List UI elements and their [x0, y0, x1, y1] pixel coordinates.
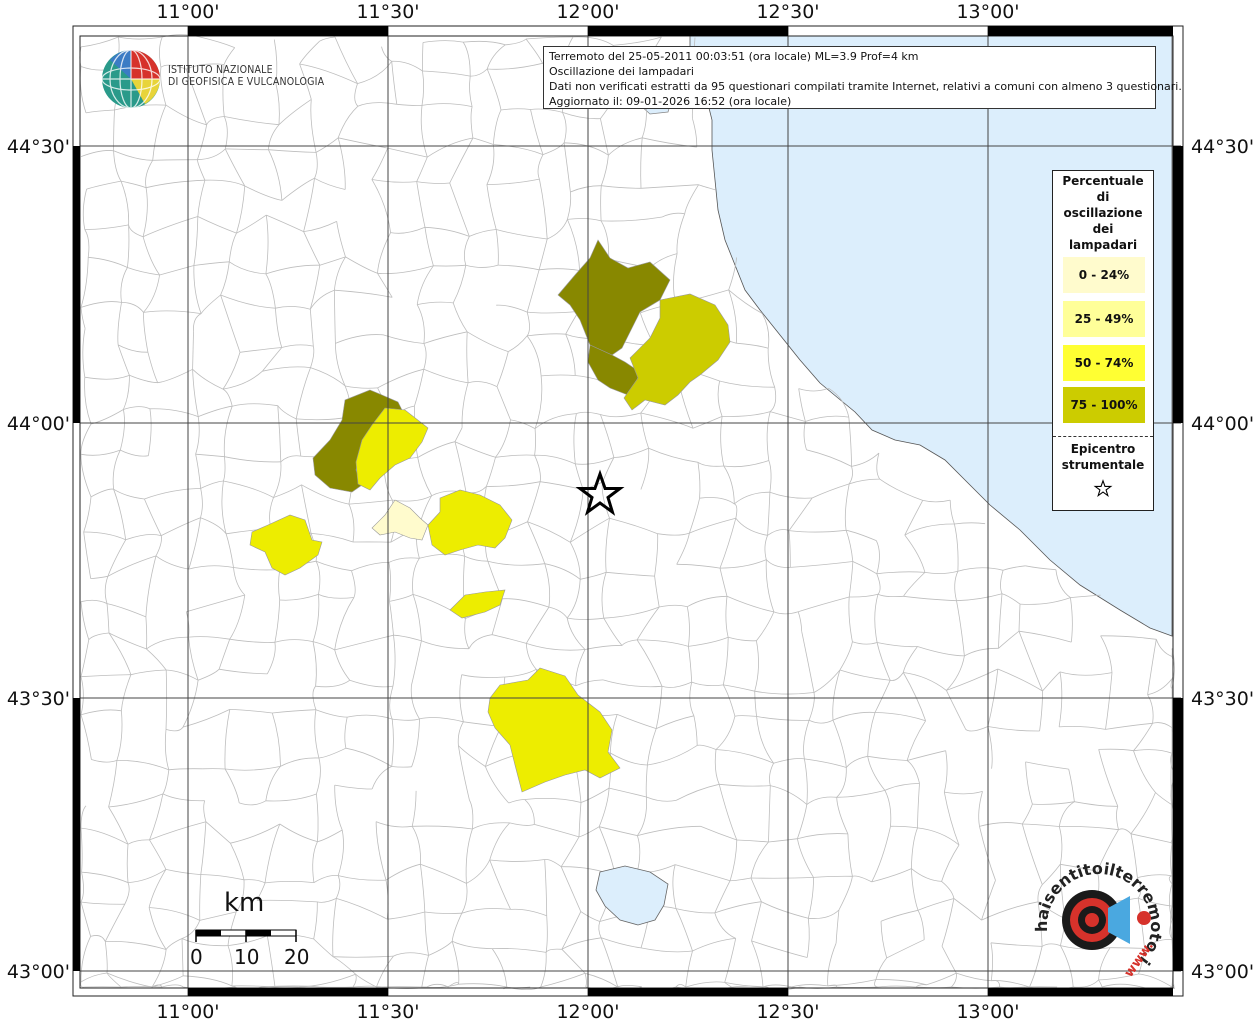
longitude-labels-bottom: 11°00' 11°30' 12°00' 12°30' 13°00': [156, 1001, 1019, 1023]
lon-label-bottom: 11°30': [356, 1001, 419, 1023]
logo-line-2: DI GEOFISICA E VULCANOLOGIA: [168, 76, 325, 88]
lat-label-left: 43°00': [7, 961, 70, 983]
lon-label-bottom: 11°00': [156, 1001, 219, 1023]
legend-title: Percentuale di oscillazione dei lampadar…: [1053, 173, 1153, 253]
legend-item-50-74: 50 - 74%: [1063, 345, 1145, 381]
lon-label-top: 11°00': [156, 1, 219, 23]
legend-title-line: lampadari: [1068, 238, 1138, 252]
event-title: Terremoto del 25-05-2011 00:03:51 (ora l…: [549, 50, 919, 63]
lat-label-right: 43°00': [1191, 961, 1254, 983]
ingv-logo-text: ISTITUTO NAZIONALE DI GEOFISICA E VULCAN…: [168, 64, 324, 88]
legend-title-line: di: [1096, 190, 1110, 204]
legend-title-line: oscillazione: [1063, 206, 1143, 220]
globe-icon: [101, 49, 161, 109]
legend-item-0-24: 0 - 24%: [1063, 257, 1145, 293]
legend-separator: [1053, 436, 1153, 437]
legend-epicenter-line: Epicentro: [1070, 442, 1136, 456]
lon-label-top: 13°00': [956, 1, 1019, 23]
lat-label-right: 44°30': [1191, 136, 1254, 158]
map-subject: Oscillazione dei lampadari: [549, 65, 694, 78]
scale-tick-0: 0: [190, 945, 203, 969]
latitude-labels-right: 44°30' 44°00' 43°30' 43°00': [1191, 136, 1254, 983]
latitude-labels-left: 44°30' 44°00' 43°30' 43°00': [7, 136, 70, 983]
scale-unit: km: [224, 888, 265, 918]
legend-item-75-100: 75 - 100%: [1063, 387, 1145, 423]
logo-line-1: ISTITUTO NAZIONALE: [168, 64, 273, 76]
legend-item-25-49: 25 - 49%: [1063, 301, 1145, 337]
ingv-logo: ISTITUTO NAZIONALE DI GEOFISICA E VULCAN…: [100, 48, 330, 109]
lat-label-left: 44°00': [7, 413, 70, 435]
lon-label-bottom: 12°30': [756, 1001, 819, 1023]
lat-label-left: 44°30': [7, 136, 70, 158]
lat-label-right: 43°30': [1191, 688, 1254, 710]
legend: Percentuale di oscillazione dei lampadar…: [1052, 170, 1154, 511]
legend-epicenter-label: Epicentro strumentale: [1053, 441, 1153, 473]
data-note: Dati non verificati estratti da 95 quest…: [549, 80, 1182, 93]
lon-label-bottom: 12°00': [556, 1001, 619, 1023]
longitude-labels-top: 11°00' 11°30' 12°00' 12°30' 13°00': [156, 1, 1019, 23]
scale-tick-20: 20: [284, 945, 310, 969]
legend-epicenter-line: strumentale: [1061, 458, 1145, 472]
lat-label-left: 43°30': [7, 688, 70, 710]
updated-timestamp: Aggiornato il: 09-01-2026 16:52 (ora loc…: [549, 95, 792, 108]
lat-label-right: 44°00': [1191, 413, 1254, 435]
event-info-box: Terremoto del 25-05-2011 00:03:51 (ora l…: [543, 46, 1182, 109]
lon-label-top: 11°30': [356, 1, 419, 23]
sound-target-icon: haisentitoilterremoto.it www.: [1026, 843, 1166, 980]
lon-label-top: 12°30': [756, 1, 819, 23]
legend-title-line: Percentuale: [1062, 174, 1144, 188]
lon-label-top: 12°00': [556, 1, 619, 23]
star-icon: [1093, 479, 1113, 498]
scale-tick-10: 10: [234, 945, 260, 969]
hsit-logo: haisentitoilterremoto.it www.: [1026, 843, 1170, 980]
legend-title-line: dei: [1092, 222, 1114, 236]
lon-label-bottom: 13°00': [956, 1001, 1019, 1023]
